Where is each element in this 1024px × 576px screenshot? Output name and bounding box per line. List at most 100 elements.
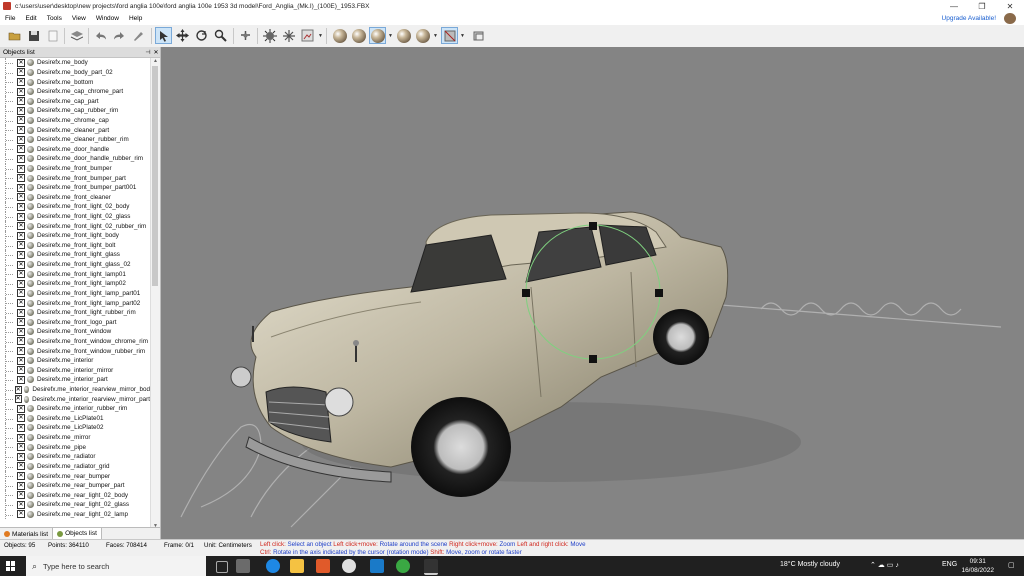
visibility-checkbox[interactable]: ✕ bbox=[17, 289, 25, 298]
visibility-checkbox[interactable]: ✕ bbox=[17, 241, 25, 250]
app-s-icon[interactable] bbox=[370, 559, 384, 573]
save-icon[interactable] bbox=[25, 27, 42, 44]
visibility-checkbox[interactable]: ✕ bbox=[17, 491, 25, 500]
list-item[interactable]: ✕ Desirefx.me_front_logo_part bbox=[0, 317, 150, 328]
upgrade-link[interactable]: Upgrade Available! bbox=[942, 15, 996, 22]
task-view-icon[interactable] bbox=[216, 561, 228, 573]
list-item[interactable]: ✕ Desirefx.me_interior_mirror bbox=[0, 365, 150, 376]
visibility-checkbox[interactable]: ✕ bbox=[17, 270, 25, 279]
visibility-checkbox[interactable]: ✕ bbox=[17, 222, 25, 231]
visibility-checkbox[interactable]: ✕ bbox=[17, 279, 25, 288]
close-icon[interactable]: ✕ bbox=[996, 2, 1024, 11]
visibility-checkbox[interactable]: ✕ bbox=[17, 462, 25, 471]
windows-start-icon[interactable] bbox=[6, 561, 16, 571]
menu-window[interactable]: Window bbox=[91, 15, 124, 22]
grid-toggle-icon[interactable] bbox=[441, 27, 458, 44]
redo-icon[interactable] bbox=[111, 27, 128, 44]
visibility-checkbox[interactable]: ✕ bbox=[17, 404, 25, 413]
list-item[interactable]: ✕ Desirefx.me_front_window_chrome_rim bbox=[0, 336, 150, 347]
list-item[interactable]: ✕ Desirefx.me_interior_rubber_rim bbox=[0, 403, 150, 414]
list-item[interactable]: ✕ Desirefx.me_front_light_02_rubber_rim bbox=[0, 221, 150, 231]
open-icon[interactable] bbox=[6, 27, 23, 44]
visibility-checkbox[interactable]: ✕ bbox=[17, 356, 25, 365]
chrome-icon[interactable] bbox=[342, 559, 356, 573]
minimize-icon[interactable]: — bbox=[940, 2, 968, 11]
file-explorer-icon[interactable] bbox=[290, 559, 304, 573]
undo-icon[interactable] bbox=[92, 27, 109, 44]
list-item[interactable]: ✕ Desirefx.me_front_light_lamp01 bbox=[0, 269, 150, 280]
menu-tools[interactable]: Tools bbox=[42, 15, 67, 22]
list-item[interactable]: ✕ Desirefx.me_front_light_body bbox=[0, 230, 150, 241]
visibility-checkbox[interactable]: ✕ bbox=[17, 452, 25, 461]
grid-dropdown-icon[interactable]: ▼ bbox=[460, 33, 465, 39]
visibility-checkbox[interactable]: ✕ bbox=[17, 154, 25, 163]
visibility-checkbox[interactable]: ✕ bbox=[17, 347, 25, 356]
visibility-checkbox[interactable]: ✕ bbox=[17, 126, 25, 135]
shading-sphere-4-icon[interactable] bbox=[395, 27, 412, 44]
list-item[interactable]: ✕ Desirefx.me_interior_part bbox=[0, 375, 150, 385]
visibility-checkbox[interactable]: ✕ bbox=[17, 423, 25, 432]
brush-icon[interactable] bbox=[130, 27, 147, 44]
objects-list[interactable]: ✕ Desirefx.me_body ✕ Desirefx.me_body_part_… bbox=[0, 58, 150, 529]
visibility-checkbox[interactable]: ✕ bbox=[17, 145, 25, 154]
widget-app-icon[interactable] bbox=[236, 559, 250, 573]
list-item[interactable]: ✕ Desirefx.me_LicPlate02 bbox=[0, 423, 150, 433]
menu-edit[interactable]: Edit bbox=[20, 15, 41, 22]
list-item[interactable]: ✕ Desirefx.me_body bbox=[0, 58, 150, 68]
visibility-checkbox[interactable]: ✕ bbox=[17, 337, 25, 346]
visibility-checkbox[interactable]: ✕ bbox=[17, 193, 25, 202]
visibility-checkbox[interactable]: ✕ bbox=[17, 510, 25, 519]
visibility-checkbox[interactable]: ✕ bbox=[17, 58, 25, 67]
list-item[interactable]: ✕ Desirefx.me_front_light_glass_02 bbox=[0, 259, 150, 270]
list-item[interactable]: ✕ Desirefx.me_front_light_02_body bbox=[0, 202, 150, 212]
list-item[interactable]: ✕ Desirefx.me_front_light_lamp02 bbox=[0, 279, 150, 289]
list-item[interactable]: ✕ Desirefx.me_LicPlate01 bbox=[0, 413, 150, 424]
list-item[interactable]: ✕ Desirefx.me_cap_rubber_rim bbox=[0, 106, 150, 116]
list-item[interactable]: ✕ Desirefx.me_interior bbox=[0, 355, 150, 366]
list-item[interactable]: ✕ Desirefx.me_bottom bbox=[0, 77, 150, 87]
shading-sphere-2-icon[interactable] bbox=[350, 27, 367, 44]
menu-view[interactable]: View bbox=[67, 15, 91, 22]
visibility-checkbox[interactable]: ✕ bbox=[17, 202, 25, 211]
taskbar-search[interactable]: ⌕ Type here to search bbox=[26, 556, 206, 576]
list-item[interactable]: ✕ Desirefx.me_rear_light_02_glass bbox=[0, 500, 150, 510]
explode-icon[interactable] bbox=[261, 27, 278, 44]
objects-vertical-scrollbar[interactable]: ▲ ▼ bbox=[150, 58, 160, 529]
visibility-checkbox[interactable]: ✕ bbox=[17, 375, 25, 384]
shading-dropdown-icon[interactable]: ▼ bbox=[388, 33, 393, 39]
visibility-checkbox[interactable]: ✕ bbox=[17, 106, 25, 115]
list-item[interactable]: ✕ Desirefx.me_front_cleaner bbox=[0, 192, 150, 203]
list-item[interactable]: ✕ Desirefx.me_pipe bbox=[0, 442, 150, 452]
visibility-checkbox[interactable]: ✕ bbox=[17, 366, 25, 375]
list-item[interactable]: ✕ Desirefx.me_rear_light_02_body bbox=[0, 490, 150, 501]
visibility-checkbox[interactable]: ✕ bbox=[17, 327, 25, 336]
list-item[interactable]: ✕ Desirefx.me_interior_rearview_mirror_pa… bbox=[0, 394, 150, 404]
visibility-checkbox[interactable]: ✕ bbox=[14, 385, 22, 394]
list-item[interactable]: ✕ Desirefx.me_rear_light_02_lamp bbox=[0, 509, 150, 520]
visibility-checkbox[interactable]: ✕ bbox=[17, 443, 25, 452]
list-item[interactable]: ✕ Desirefx.me_front_bumper_part001 bbox=[0, 182, 150, 193]
document-icon[interactable] bbox=[44, 27, 61, 44]
rotate-icon[interactable] bbox=[193, 27, 210, 44]
list-item[interactable]: ✕ Desirefx.me_cleaner_part bbox=[0, 125, 150, 135]
list-item[interactable]: ✕ Desirefx.me_front_bumper bbox=[0, 163, 150, 174]
visibility-checkbox[interactable]: ✕ bbox=[17, 87, 25, 96]
visibility-checkbox[interactable]: ✕ bbox=[14, 395, 22, 404]
visibility-checkbox[interactable]: ✕ bbox=[17, 68, 25, 77]
language-indicator[interactable]: ENG bbox=[942, 561, 957, 568]
screenshot-icon[interactable] bbox=[470, 27, 487, 44]
list-item[interactable]: ✕ Desirefx.me_front_light_lamp_part02 bbox=[0, 298, 150, 308]
panel-close-icon[interactable]: ✕ bbox=[152, 49, 160, 56]
visibility-checkbox[interactable]: ✕ bbox=[17, 472, 25, 480]
menu-file[interactable]: File bbox=[0, 15, 20, 22]
list-item[interactable]: ✕ Desirefx.me_mirror bbox=[0, 432, 150, 443]
list-item[interactable]: ✕ Desirefx.me_door_handle bbox=[0, 144, 150, 155]
list-item[interactable]: ✕ Desirefx.me_cap_part bbox=[0, 96, 150, 107]
tab-materials-list[interactable]: Materials list bbox=[0, 529, 52, 540]
list-item[interactable]: ✕ Desirefx.me_radiator bbox=[0, 451, 150, 462]
clock[interactable]: 09:31 16/08/2022 bbox=[961, 557, 994, 575]
visibility-checkbox[interactable]: ✕ bbox=[17, 212, 25, 221]
visibility-checkbox[interactable]: ✕ bbox=[17, 183, 25, 192]
visibility-checkbox[interactable]: ✕ bbox=[17, 97, 25, 106]
scroll-thumb[interactable] bbox=[152, 66, 158, 286]
